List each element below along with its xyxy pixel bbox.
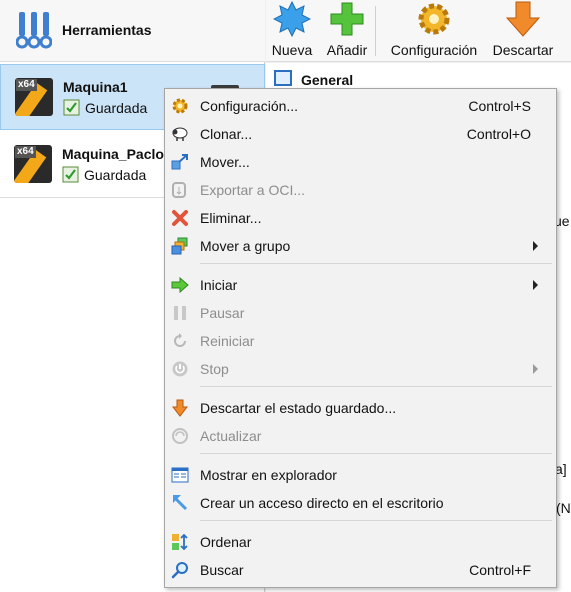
group-icon <box>171 237 188 255</box>
descartar-label: Descartar <box>492 42 554 58</box>
menu-item-label: Ordenar <box>200 534 252 550</box>
vm-state: Guardada <box>84 167 147 183</box>
sheep-icon <box>172 127 188 141</box>
anadir-button[interactable]: Añadir <box>322 0 372 62</box>
menu-separator <box>200 520 552 521</box>
anadir-label: Añadir <box>326 42 368 58</box>
menu-item-label: Reiniciar <box>200 333 255 349</box>
menu-item-pausar[interactable]: Pausar <box>165 300 556 326</box>
move-icon <box>171 154 188 170</box>
submenu-arrow-icon <box>533 241 538 251</box>
discard-arrow-icon <box>505 1 541 37</box>
descartar-button[interactable]: Descartar <box>490 0 556 62</box>
search-icon <box>171 562 188 579</box>
menu-item-ordenar[interactable]: Ordenar <box>165 529 556 555</box>
start-arrow-icon <box>171 276 189 294</box>
saved-state-icon <box>62 166 79 183</box>
os-tag: x64 <box>15 146 36 158</box>
menu-item-label: Mover a grupo <box>200 238 291 254</box>
submenu-arrow-icon <box>533 364 538 374</box>
menu-item-crear-acceso-directo[interactable]: Crear un acceso directo en el escritorio <box>165 490 556 516</box>
refresh-icon <box>172 428 188 444</box>
configuracion-button[interactable]: Configuración <box>384 0 484 62</box>
nueva-button[interactable]: Nueva <box>268 0 316 62</box>
menu-item-label: Actualizar <box>200 428 262 444</box>
menu-item-exportar-oci[interactable]: Exportar a OCI... <box>165 177 556 203</box>
export-cloud-icon <box>172 182 186 198</box>
vm-name: Maquina_Paclon <box>62 146 173 162</box>
menu-item-label: Pausar <box>200 305 245 321</box>
sort-icon <box>172 533 188 551</box>
menu-separator <box>200 453 552 454</box>
menu-item-label: Mover... <box>200 154 250 170</box>
menu-item-label: Exportar a OCI... <box>200 182 306 198</box>
menu-item-mover[interactable]: Mover... <box>165 149 556 175</box>
menu-item-eliminar[interactable]: Eliminar... <box>165 205 556 231</box>
os-logo-icon: x64 <box>14 145 52 183</box>
monitor-icon <box>274 70 292 86</box>
tools-icon <box>16 12 52 49</box>
general-title: General <box>301 72 354 88</box>
submenu-arrow-icon <box>533 280 538 290</box>
details-fragment: (N <box>556 500 571 516</box>
menu-item-mostrar-explorador[interactable]: Mostrar en explorador <box>165 462 556 488</box>
menu-item-clonar[interactable]: Clonar... Control+O <box>165 121 556 147</box>
menu-item-shortcut: Control+O <box>466 126 531 142</box>
menu-item-label: Buscar <box>200 562 244 578</box>
configuracion-label: Configuración <box>390 42 478 58</box>
menu-item-label: Eliminar... <box>200 210 262 226</box>
vm-name: Maquina1 <box>63 79 128 95</box>
menu-item-actualizar[interactable]: Actualizar <box>165 423 556 449</box>
menu-item-reiniciar[interactable]: Reiniciar <box>165 328 556 354</box>
menu-item-label: Stop <box>200 361 229 377</box>
os-tag: x64 <box>16 79 37 91</box>
menu-item-configuracion[interactable]: Configuración... Control+S <box>165 93 556 119</box>
tools-title: Herramientas <box>62 22 152 38</box>
menu-item-buscar[interactable]: Buscar Control+F <box>165 557 556 583</box>
main-toolbar: Nueva Añadir Configuración Descartar <box>266 0 571 62</box>
menu-item-label: Mostrar en explorador <box>200 467 337 483</box>
menu-item-label: Descartar el estado guardado... <box>200 400 397 416</box>
pause-icon <box>174 306 186 320</box>
gear-icon <box>418 3 450 35</box>
os-logo-icon: x64 <box>15 78 53 116</box>
explorer-icon <box>171 467 189 483</box>
menu-item-stop[interactable]: Stop <box>165 356 556 382</box>
new-star-icon <box>273 0 311 38</box>
menu-separator <box>200 386 552 387</box>
toolbar-separator <box>375 6 376 56</box>
menu-item-shortcut: Control+S <box>468 98 531 114</box>
menu-item-label: Iniciar <box>200 277 238 293</box>
vm-context-menu: Configuración... Control+S Clonar... Con… <box>164 88 557 588</box>
saved-state-icon <box>63 99 80 116</box>
gear-icon <box>172 98 188 114</box>
menu-separator <box>200 263 552 264</box>
nueva-label: Nueva <box>271 42 313 58</box>
power-icon <box>172 361 188 377</box>
shortcut-icon <box>172 495 188 511</box>
menu-item-label: Crear un acceso directo en el escritorio <box>200 495 444 511</box>
discard-arrow-icon <box>171 399 189 417</box>
menu-item-label: Configuración... <box>200 98 299 114</box>
menu-item-descartar-estado[interactable]: Descartar el estado guardado... <box>165 395 556 421</box>
add-plus-icon <box>330 2 364 36</box>
vm-state: Guardada <box>85 100 148 116</box>
menu-item-label: Clonar... <box>200 126 253 142</box>
tools-item[interactable]: Herramientas <box>0 0 265 62</box>
reset-icon <box>174 333 186 347</box>
menu-item-iniciar[interactable]: Iniciar <box>165 272 556 298</box>
delete-x-icon <box>172 210 188 226</box>
menu-item-mover-a-grupo[interactable]: Mover a grupo <box>165 233 556 259</box>
menu-item-shortcut: Control+F <box>469 562 531 578</box>
